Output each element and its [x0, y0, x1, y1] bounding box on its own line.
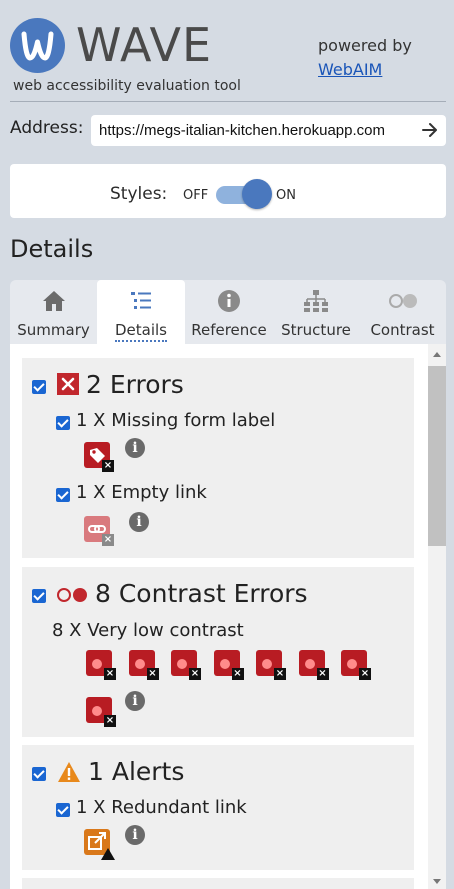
- tab-label: Summary: [17, 321, 90, 339]
- missing-label-item: 1 X Missing form label: [76, 410, 276, 431]
- tagline: web accessibility evaluation tool: [13, 78, 241, 94]
- error-x-mark: ×: [102, 534, 114, 546]
- contrast-dot: [134, 659, 145, 669]
- tab-contrast[interactable]: Contrast: [359, 280, 446, 344]
- scrollbar-thumb[interactable]: [428, 366, 446, 546]
- list-icon: [129, 289, 153, 317]
- redundant-link-item: 1 X Redundant link: [76, 797, 247, 818]
- contrast-error-badge[interactable]: ×: [341, 650, 371, 680]
- missing-label-checkbox[interactable]: [56, 416, 70, 430]
- arrow-right-icon[interactable]: [420, 120, 440, 140]
- empty-link-checkbox[interactable]: [56, 488, 70, 502]
- tab-summary[interactable]: Summary: [10, 280, 97, 344]
- address-box: https://megs-italian-kitchen.herokuapp.c…: [91, 115, 446, 146]
- scroll-down-arrow-icon[interactable]: [433, 879, 441, 884]
- tab-bar: Summary Details Reference Structure Cont…: [10, 280, 446, 344]
- error-x-mark: ×: [104, 715, 116, 727]
- contrast-card: 8 Contrast Errors 8 X Very low contrast …: [22, 567, 414, 737]
- empty-link-badge[interactable]: ×: [84, 516, 114, 546]
- alerts-title: 1 Alerts: [88, 757, 185, 786]
- errors-card: 2 Errors 1 X Missing form label × i 1 X …: [22, 358, 414, 558]
- error-x-mark: ×: [316, 668, 329, 680]
- tab-label-text: Details: [114, 321, 167, 342]
- error-x-mark: ×: [274, 668, 286, 680]
- info-icon[interactable]: i: [125, 691, 145, 711]
- contrast-title: 8 Contrast Errors: [95, 579, 308, 608]
- contrast-error-badge[interactable]: ×: [86, 697, 116, 727]
- contrast-error-badge[interactable]: ×: [86, 650, 116, 680]
- styles-off-label: OFF: [183, 188, 209, 203]
- very-low-contrast-item: 8 X Very low contrast: [52, 620, 244, 641]
- logo-text: WAVE: [76, 18, 213, 72]
- contrast-dot: [92, 659, 102, 669]
- error-x-mark: ×: [359, 668, 371, 680]
- alerts-checkbox[interactable]: [32, 767, 46, 781]
- redundant-link-checkbox[interactable]: [56, 803, 70, 817]
- scroll-up-arrow-icon[interactable]: [433, 352, 441, 357]
- styles-toggle-knob[interactable]: [242, 179, 272, 209]
- contrast-error-badge[interactable]: ×: [256, 650, 286, 680]
- alert-triangle-icon: [56, 760, 82, 784]
- contrast-errors-icon: [56, 586, 90, 604]
- contrast-dot: [347, 659, 357, 669]
- contrast-icon: [387, 289, 419, 317]
- error-x-mark: ×: [231, 668, 244, 680]
- tab-label: Reference: [191, 321, 267, 339]
- header-divider: [10, 101, 446, 102]
- wave-logo-icon: [10, 18, 65, 73]
- errors-title: 2 Errors: [86, 370, 184, 399]
- info-icon[interactable]: i: [125, 438, 145, 458]
- tab-details[interactable]: Details: [97, 280, 185, 344]
- webaim-link[interactable]: WebAIM: [318, 60, 382, 79]
- styles-toggle-card: Styles: OFF ON: [10, 164, 446, 218]
- error-x-icon: [57, 373, 79, 395]
- error-x-mark: ×: [146, 668, 159, 680]
- info-icon[interactable]: i: [129, 512, 149, 532]
- home-icon: [41, 289, 67, 317]
- next-category-card: [22, 878, 414, 889]
- missing-label-badge[interactable]: ×: [84, 442, 114, 472]
- styles-on-label: ON: [276, 188, 296, 203]
- contrast-dot: [304, 659, 315, 669]
- tab-label: Details: [97, 321, 185, 342]
- powered-by-label: powered by: [318, 36, 412, 55]
- styles-label: Styles:: [110, 184, 168, 204]
- info-circle-icon: [217, 289, 241, 317]
- alert-mark-icon: [101, 848, 115, 860]
- empty-link-item: 1 X Empty link: [76, 482, 207, 503]
- contrast-dot: [177, 659, 187, 669]
- redundant-link-badge[interactable]: [84, 829, 115, 860]
- info-icon[interactable]: i: [125, 825, 145, 845]
- error-x-mark: ×: [189, 668, 201, 680]
- tab-structure[interactable]: Structure: [273, 280, 359, 344]
- structure-icon: [302, 289, 330, 317]
- tab-reference[interactable]: Reference: [185, 280, 273, 344]
- tab-label: Structure: [281, 321, 351, 339]
- contrast-checkbox[interactable]: [32, 589, 46, 603]
- page-title: Details: [10, 235, 94, 263]
- alerts-card: 1 Alerts 1 X Redundant link i: [22, 745, 414, 870]
- contrast-error-badge[interactable]: ×: [213, 650, 244, 680]
- contrast-error-badge[interactable]: ×: [171, 650, 201, 680]
- errors-checkbox[interactable]: [32, 380, 46, 394]
- contrast-error-badge[interactable]: ×: [128, 650, 159, 680]
- error-x-mark: ×: [104, 668, 116, 680]
- tab-label: Contrast: [370, 321, 435, 339]
- header: WAVE web accessibility evaluation tool p…: [0, 0, 454, 100]
- contrast-dot: [262, 659, 272, 669]
- address-input[interactable]: https://megs-italian-kitchen.herokuapp.c…: [91, 115, 413, 146]
- details-panel: 2 Errors 1 X Missing form label × i 1 X …: [10, 344, 446, 889]
- error-x-mark: ×: [102, 460, 114, 472]
- address-label: Address:: [10, 118, 84, 138]
- contrast-dot: [92, 706, 102, 716]
- contrast-dot: [219, 659, 230, 669]
- contrast-error-badge[interactable]: ×: [298, 650, 329, 680]
